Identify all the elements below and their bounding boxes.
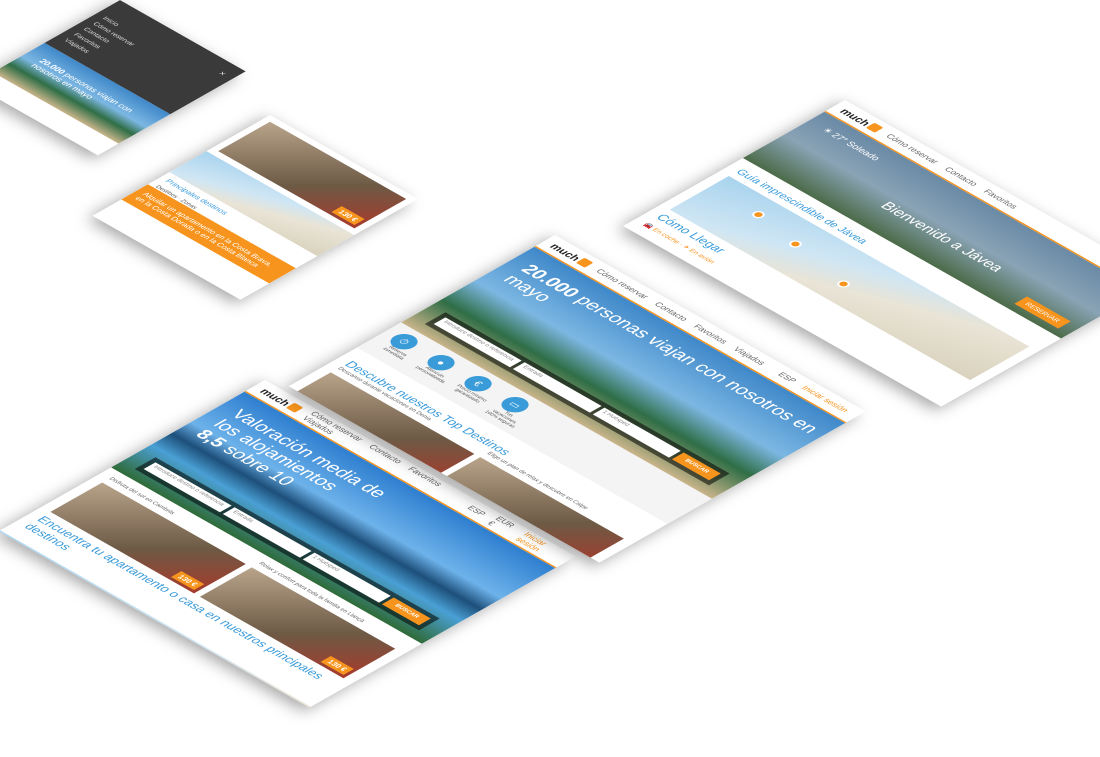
map-pin-icon[interactable] [786,239,805,250]
map-pin-icon[interactable] [6,555,24,566]
price-badge: 130 € [331,206,365,226]
map-pin-icon[interactable] [749,209,768,220]
search-button[interactable]: BUSCAR [381,597,431,626]
lang-select[interactable]: ESP [776,371,799,384]
map-pin-icon[interactable] [834,278,853,289]
price-badge: 130 € [320,656,354,675]
lang-select[interactable]: ESP [465,504,488,517]
mockup-stage: much Cómo reservar Contacto Favoritos Vi… [0,0,1100,757]
map-pin-icon[interactable] [31,582,50,593]
price-badge: 130 € [171,571,205,590]
screen-phone-list: 130 € Principales destinos Destinos · Zo… [92,115,419,300]
search-button[interactable]: BUSCAR [671,452,721,481]
map-pin-icon[interactable] [61,616,80,627]
screen-phone-drawer: ✕ Inicio Cómo reservar Contacto Favorito… [0,0,246,156]
